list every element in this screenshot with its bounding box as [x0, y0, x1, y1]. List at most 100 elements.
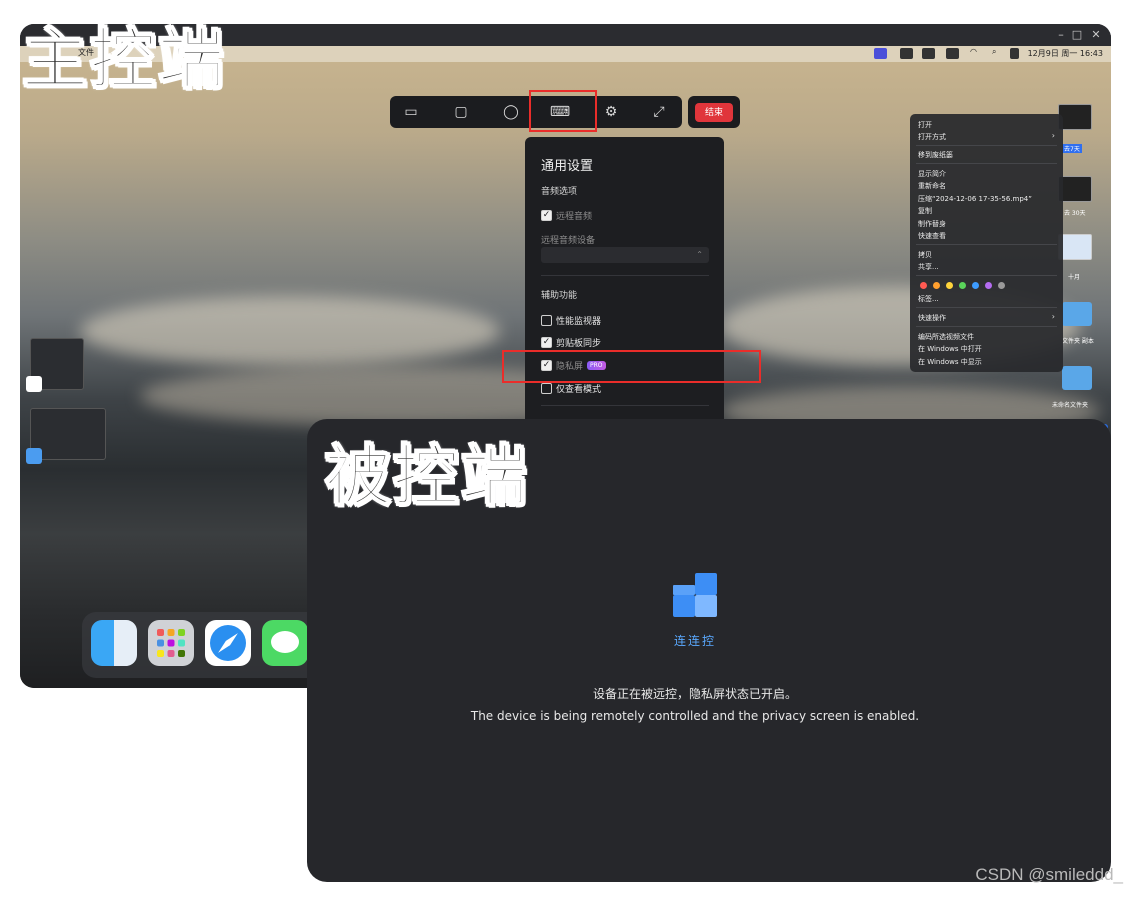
aux-section-title: 辅助功能: [541, 291, 578, 301]
desktop-file-label: 去 30天: [1064, 210, 1086, 217]
launchpad-icon[interactable]: [148, 620, 194, 666]
remote-app-logo-icon: [26, 376, 42, 392]
clipboard-sync-checkbox[interactable]: ✓: [541, 336, 552, 348]
compass-icon: [210, 625, 246, 661]
maximize-button[interactable]: □: [1069, 27, 1085, 43]
settings-title: 通用设置: [541, 159, 594, 174]
minimize-button[interactable]: –: [1053, 27, 1069, 43]
ctx-item-alias[interactable]: 制作替身: [918, 219, 946, 229]
tag-green-dot[interactable]: [959, 282, 966, 289]
close-button[interactable]: ✕: [1088, 27, 1104, 43]
menu-divider: [916, 244, 1057, 245]
desktop-file-label: 文件夹 副本: [1062, 338, 1094, 345]
perf-monitor-option[interactable]: 性能监视器: [541, 313, 601, 327]
view-only-label: 仅查看模式: [556, 384, 602, 395]
video-file-icon[interactable]: [1058, 104, 1092, 130]
remote-audio-option[interactable]: ✓ 远程音频: [541, 208, 592, 222]
desktop-file-label: 去7天: [1062, 144, 1082, 153]
ctx-item-encode[interactable]: 编码所选视频文件: [918, 332, 974, 342]
app-name: 连连控: [673, 634, 716, 648]
screen-icon[interactable]: [900, 48, 913, 59]
view-only-checkbox[interactable]: [541, 382, 552, 394]
desktop-file-label: 十月: [1068, 274, 1081, 281]
csdn-watermark: CSDN @smileddd_: [975, 865, 1123, 884]
ctx-item-tags[interactable]: 标签...: [918, 294, 939, 304]
control-center-icon[interactable]: [1010, 48, 1019, 59]
gear-icon[interactable]: ⚙: [600, 102, 622, 122]
tag-gray-dot[interactable]: [998, 282, 1005, 289]
chevron-right-icon: ›: [1051, 312, 1055, 321]
tag-blue-dot[interactable]: [972, 282, 979, 289]
ctx-item-show-in-windows[interactable]: 在 Windows 中显示: [918, 357, 982, 367]
remote-audio-label: 远程音频: [556, 211, 593, 222]
controlled-side-label: 被控端: [324, 437, 529, 516]
launchpad-grid-icon: [157, 629, 185, 657]
tag-yellow-dot[interactable]: [946, 282, 953, 289]
mac-dock: [82, 612, 342, 678]
finder-context-menu: 打开 打开方式 › 移到废纸篓 显示简介 重新命名 压缩“2024-12-06 …: [910, 114, 1063, 372]
app-icon[interactable]: [922, 48, 935, 59]
remote-app-menubar-icon[interactable]: [874, 48, 887, 59]
search-icon[interactable]: ⌕: [992, 47, 996, 57]
folder-icon[interactable]: [1062, 366, 1092, 390]
ctx-item-copy[interactable]: 拷贝: [918, 250, 932, 260]
wifi-icon[interactable]: ◠: [970, 47, 977, 56]
clipboard-sync-option[interactable]: ✓ 剪贴板同步: [541, 335, 601, 349]
settings-divider: [541, 275, 709, 276]
ctx-item-info[interactable]: 显示简介: [918, 169, 946, 179]
ctx-item-quick-actions[interactable]: 快速操作: [918, 313, 946, 323]
keyboard-highlight-box: [529, 90, 597, 132]
menubar-clock: 12月9日 周一 16:43: [1027, 49, 1103, 58]
audio-device-label: 远程音频设备: [541, 236, 596, 246]
video-file-icon[interactable]: [1058, 176, 1092, 202]
chat-bubble-icon: [271, 631, 299, 653]
mouse-icon[interactable]: ◯: [500, 102, 522, 122]
cloud-decoration: [80, 296, 500, 366]
perf-monitor-label: 性能监视器: [556, 316, 602, 327]
controlled-device-screen: 被控端 连连控 设备正在被远控，隐私屏状态已开启。 The device is …: [307, 419, 1111, 882]
menu-divider: [916, 275, 1057, 276]
clipboard-sync-label: 剪贴板同步: [556, 338, 602, 349]
menu-divider: [916, 163, 1057, 164]
finder-small-icon: [26, 448, 42, 464]
fullscreen-icon[interactable]: ⤢: [648, 102, 670, 122]
host-side-label: 主控端: [21, 20, 226, 99]
settings-divider: [541, 405, 709, 406]
ctx-item-trash[interactable]: 移到废纸篓: [918, 150, 953, 160]
privacy-message-en: The device is being remotely controlled …: [470, 709, 920, 723]
privacy-highlight-box: [502, 350, 761, 383]
end-session-button[interactable]: 结束: [695, 103, 733, 122]
ctx-item-compress[interactable]: 压缩“2024-12-06 17-35-56.mp4”: [918, 194, 1032, 204]
folder-icon[interactable]: [1062, 302, 1092, 326]
menu-divider: [916, 307, 1057, 308]
ctx-item-open[interactable]: 打开: [918, 120, 932, 130]
display-icon[interactable]: [946, 48, 959, 59]
menu-divider: [916, 145, 1057, 146]
audio-section-title: 音频选项: [541, 187, 578, 197]
ctx-item-rename[interactable]: 重新命名: [918, 181, 946, 191]
remote-audio-checkbox[interactable]: ✓: [541, 209, 552, 221]
ctx-item-open-with[interactable]: 打开方式: [918, 132, 946, 142]
tag-orange-dot[interactable]: [933, 282, 940, 289]
ctx-item-share[interactable]: 共享...: [918, 262, 939, 272]
desktop-file-label: 未命名文件夹: [1052, 402, 1089, 409]
menu-divider: [916, 326, 1057, 327]
lianliankong-logo-icon: [673, 573, 717, 617]
messages-icon[interactable]: [262, 620, 308, 666]
privacy-message-zh: 设备正在被远控，隐私屏状态已开启。: [592, 687, 797, 701]
ctx-item-duplicate[interactable]: 复制: [918, 206, 932, 216]
finder-icon[interactable]: [91, 620, 137, 666]
ctx-item-quicklook[interactable]: 快速查看: [918, 231, 946, 241]
ctx-item-open-in-windows[interactable]: 在 Windows 中打开: [918, 344, 982, 354]
chevron-right-icon: ›: [1051, 131, 1055, 140]
tag-red-dot[interactable]: [920, 282, 927, 289]
calendar-file-icon[interactable]: [1058, 234, 1092, 260]
safari-icon[interactable]: [205, 620, 251, 666]
airplay-icon[interactable]: ▭: [400, 102, 422, 122]
audio-device-select[interactable]: ⌃: [541, 247, 709, 263]
view-only-option[interactable]: 仅查看模式: [541, 381, 601, 395]
folder-icon[interactable]: ▢: [450, 102, 472, 122]
tag-purple-dot[interactable]: [985, 282, 992, 289]
end-session-container: 结束: [688, 96, 740, 128]
perf-monitor-checkbox[interactable]: [541, 314, 552, 326]
